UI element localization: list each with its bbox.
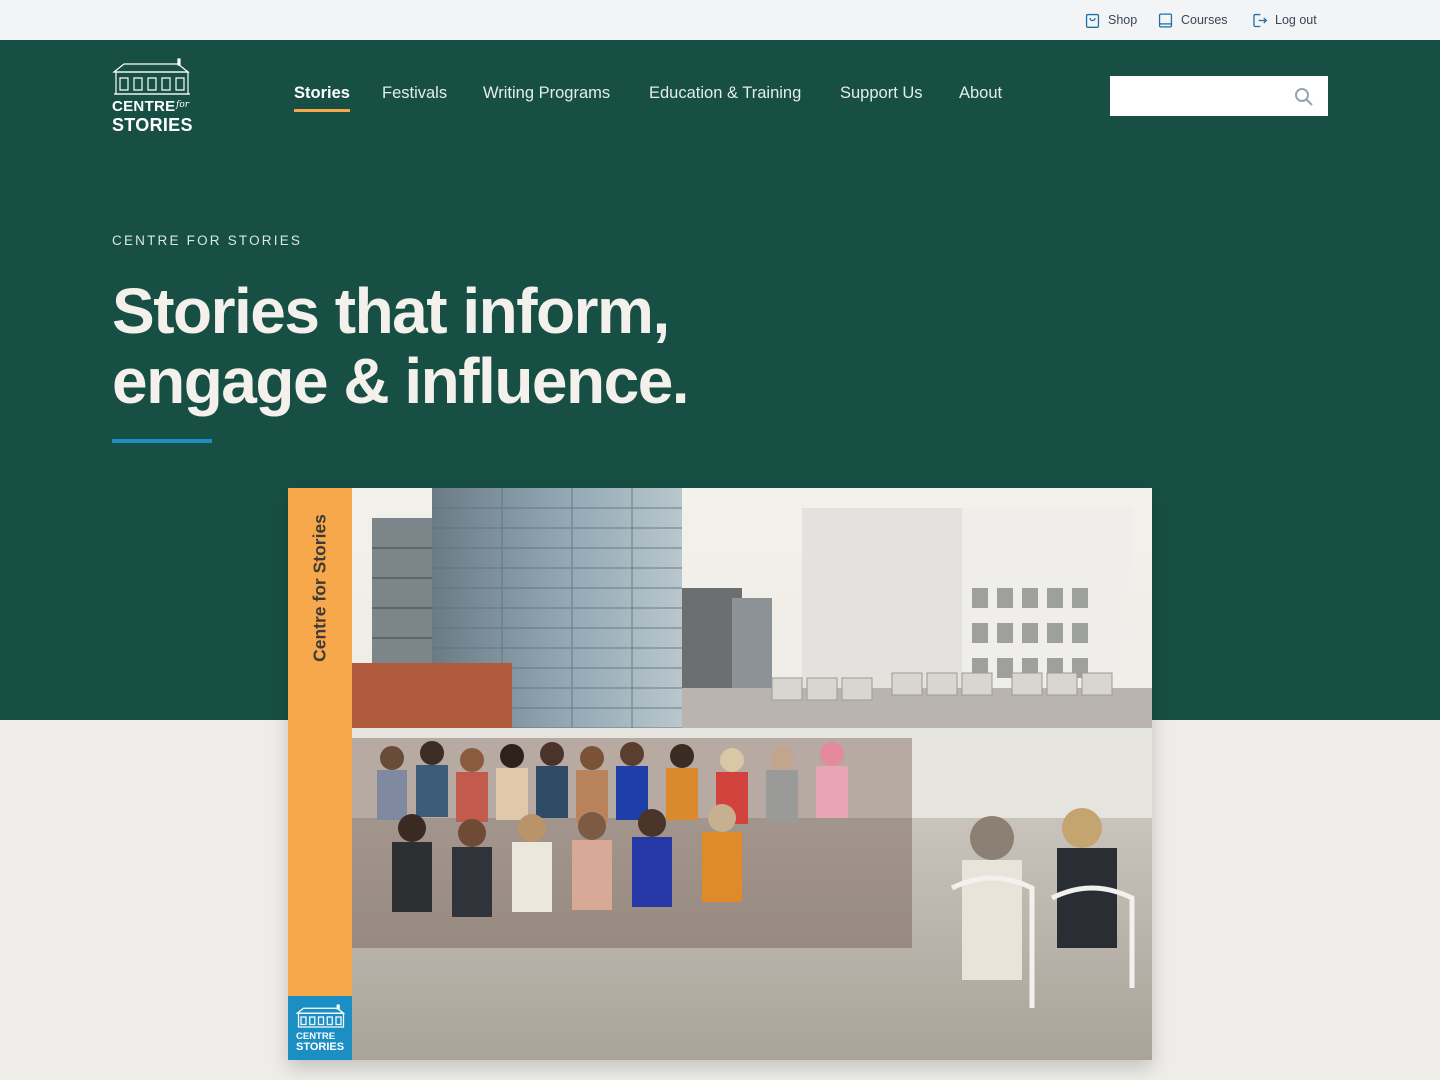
courses-link[interactable]: Courses [1157, 10, 1228, 30]
feature-card: Centre for Stories CENTRE STORIES [288, 488, 1152, 1060]
search-box [1110, 76, 1328, 116]
search-input[interactable] [1110, 76, 1290, 116]
utility-bar: Shop Courses Log out [0, 0, 1440, 40]
logo-text-stories: STORIES [112, 115, 193, 135]
card-side-strip: Centre for Stories CENTRE STORIES [288, 488, 352, 1060]
search-icon [1295, 88, 1313, 106]
feature-photo-audience-rooftop[interactable] [352, 488, 1152, 1060]
logo-text-centre: CENTRE [112, 98, 176, 115]
hero-headline-line1: Stories that inform, [112, 275, 670, 347]
logout-icon [1253, 13, 1268, 27]
strip-logo[interactable]: CENTRE STORIES [288, 996, 352, 1060]
book-icon [1158, 12, 1173, 28]
rooftop-audience-illustration [352, 488, 1152, 1060]
strip-logo-stories: STORIES [296, 1041, 345, 1053]
headline-underline [112, 439, 212, 443]
shop-link[interactable]: Shop [1084, 10, 1137, 30]
hero-headline: Stories that inform, engage & influence. [112, 276, 872, 416]
hero-headline-line2: engage & influence. [112, 345, 690, 417]
nav-item-writing-programs[interactable]: Writing Programs [483, 84, 610, 110]
nav-item-about[interactable]: About [959, 84, 1002, 110]
strip-title: Centre for Stories [309, 514, 330, 662]
nav-item-education-training[interactable]: Education & Training [649, 84, 801, 110]
house-logo-small-icon [296, 1004, 346, 1028]
nav-item-support-us[interactable]: Support Us [840, 84, 923, 110]
search-button[interactable] [1292, 85, 1316, 109]
courses-label: Courses [1181, 13, 1228, 27]
nav-item-stories[interactable]: Stories [294, 84, 350, 112]
hero-eyebrow: CENTRE FOR STORIES [112, 233, 303, 248]
site-logo[interactable]: CENTRE for STORIES [112, 58, 194, 136]
house-logo-icon [112, 58, 190, 95]
shopping-bag-icon [1085, 13, 1100, 28]
nav-item-festivals[interactable]: Festivals [382, 84, 447, 110]
logout-link[interactable]: Log out [1251, 10, 1317, 30]
logo-text-for: for [176, 100, 190, 110]
logout-label: Log out [1275, 13, 1317, 27]
shop-label: Shop [1108, 13, 1138, 27]
